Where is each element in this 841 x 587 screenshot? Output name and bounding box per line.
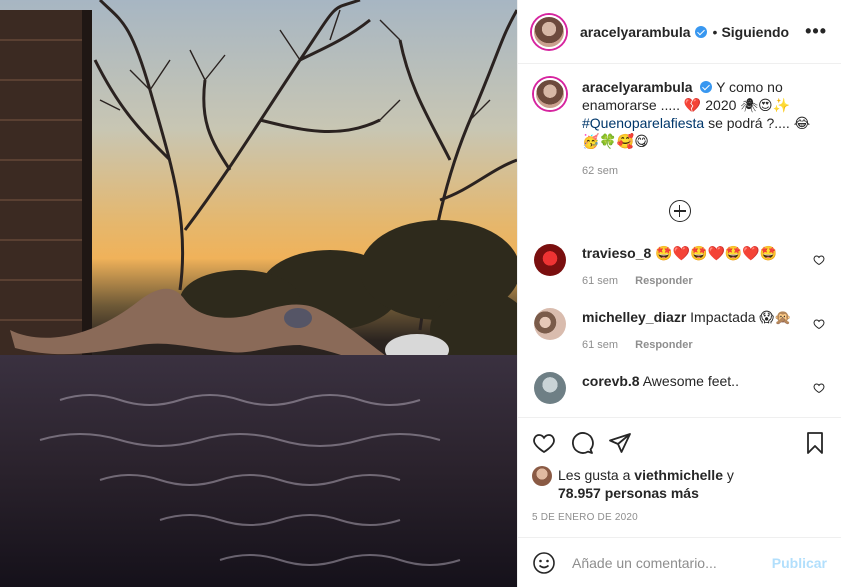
like-comment-heart-icon[interactable]: [813, 254, 825, 266]
caption: aracelyarambula Y como no enamorarse ...…: [534, 78, 825, 180]
liker-avatar[interactable]: [532, 466, 552, 486]
likes-summary: Les gusta a viethmichelle y 78.957 perso…: [532, 466, 827, 502]
comment-time: 61 sem: [582, 275, 619, 287]
save-bookmark-icon[interactable]: [803, 431, 827, 455]
liker-username[interactable]: viethmichelle: [634, 467, 723, 483]
comments-section[interactable]: aracelyarambula Y como no enamorarse ...…: [518, 64, 841, 417]
comment-meta: 61 sem Responder: [582, 272, 813, 290]
likes-count[interactable]: 78.957 personas más: [558, 485, 699, 501]
emoji-smiley-icon[interactable]: [532, 551, 556, 575]
caption-time: 62 sem: [582, 165, 619, 177]
separator-dot: •: [712, 23, 718, 40]
comment-input[interactable]: [570, 553, 772, 572]
caption-text-3: se podrá ?.... 😂: [704, 115, 811, 131]
likes-text: Les gusta a viethmichelle y 78.957 perso…: [558, 466, 734, 502]
bamboo-screen: [0, 10, 88, 370]
like-comment-heart-icon[interactable]: [813, 382, 825, 394]
like-heart-icon[interactable]: [532, 431, 556, 455]
caption-text-4: 🥳🍀🥰😋: [582, 133, 649, 149]
photo-scene: [0, 0, 517, 587]
caption-text-2: enamorarse ..... 💔 2020 🕷😍✨: [582, 97, 791, 113]
comment-bubble-icon[interactable]: [570, 431, 594, 455]
comment-body: michelley_diazr Impactada 😱🙊 61 sem Resp…: [582, 308, 813, 354]
pool-water: [0, 355, 517, 587]
author-avatar[interactable]: [532, 14, 566, 49]
comment-text: 🤩❤️🤩❤️🤩❤️🤩: [655, 245, 778, 261]
action-icons: [532, 426, 827, 460]
verified-badge-icon: [694, 25, 707, 38]
following-button[interactable]: Siguiendo: [721, 24, 789, 40]
comment-body: travieso_8 🤩❤️🤩❤️🤩❤️🤩 61 sem Responder: [582, 244, 813, 290]
more-options-icon[interactable]: •••: [805, 21, 827, 42]
add-comment-bar: Publicar: [518, 537, 841, 587]
verified-badge-icon: [700, 81, 713, 93]
like-comment-heart-icon[interactable]: [813, 318, 825, 330]
comment-row: corevb.8 Awesome feet..: [534, 372, 825, 404]
comment-text: Awesome feet..: [642, 373, 739, 389]
author-username[interactable]: aracelyarambula: [580, 24, 691, 40]
caption-avatar[interactable]: [534, 78, 566, 110]
comment-time: 61 sem: [582, 339, 619, 351]
comment-meta: 61 sem Responder: [582, 336, 813, 354]
load-more-comments-icon[interactable]: [668, 200, 691, 222]
comment-username[interactable]: michelley_diazr: [582, 309, 686, 325]
caption-hashtag[interactable]: #Quenoparelafiesta: [582, 115, 704, 131]
likes-prefix: Les gusta a: [558, 467, 635, 483]
comment-body: corevb.8 Awesome feet..: [582, 372, 813, 390]
post-sidebar: aracelyarambula • Siguiendo ••• aracelya…: [517, 0, 841, 587]
caption-text-1: Y como no: [716, 79, 783, 95]
load-more: [534, 200, 825, 222]
reply-button[interactable]: Responder: [635, 275, 692, 287]
comment-text: Impactada 😱🙊: [690, 309, 792, 325]
comment-row: michelley_diazr Impactada 😱🙊 61 sem Resp…: [534, 308, 825, 354]
reply-button[interactable]: Responder: [635, 339, 692, 351]
caption-body: aracelyarambula Y como no enamorarse ...…: [582, 78, 810, 180]
comment-avatar[interactable]: [534, 372, 566, 404]
comment-username[interactable]: travieso_8: [582, 245, 651, 261]
post-actions: Les gusta a viethmichelle y 78.957 perso…: [518, 417, 841, 537]
post-date[interactable]: 5 DE ENERO DE 2020: [532, 512, 827, 523]
post-photo[interactable]: [0, 0, 517, 587]
comment-row: travieso_8 🤩❤️🤩❤️🤩❤️🤩 61 sem Responder: [534, 244, 825, 290]
caption-username[interactable]: aracelyarambula: [582, 79, 693, 95]
instagram-post: aracelyarambula • Siguiendo ••• aracelya…: [0, 0, 841, 587]
likes-suffix: y: [722, 467, 734, 483]
comment-avatar[interactable]: [534, 308, 566, 340]
post-header: aracelyarambula • Siguiendo •••: [518, 0, 841, 64]
publish-button[interactable]: Publicar: [772, 555, 827, 571]
comment-username[interactable]: corevb.8: [582, 373, 640, 389]
share-paper-plane-icon[interactable]: [608, 431, 632, 455]
comment-avatar[interactable]: [534, 244, 566, 276]
